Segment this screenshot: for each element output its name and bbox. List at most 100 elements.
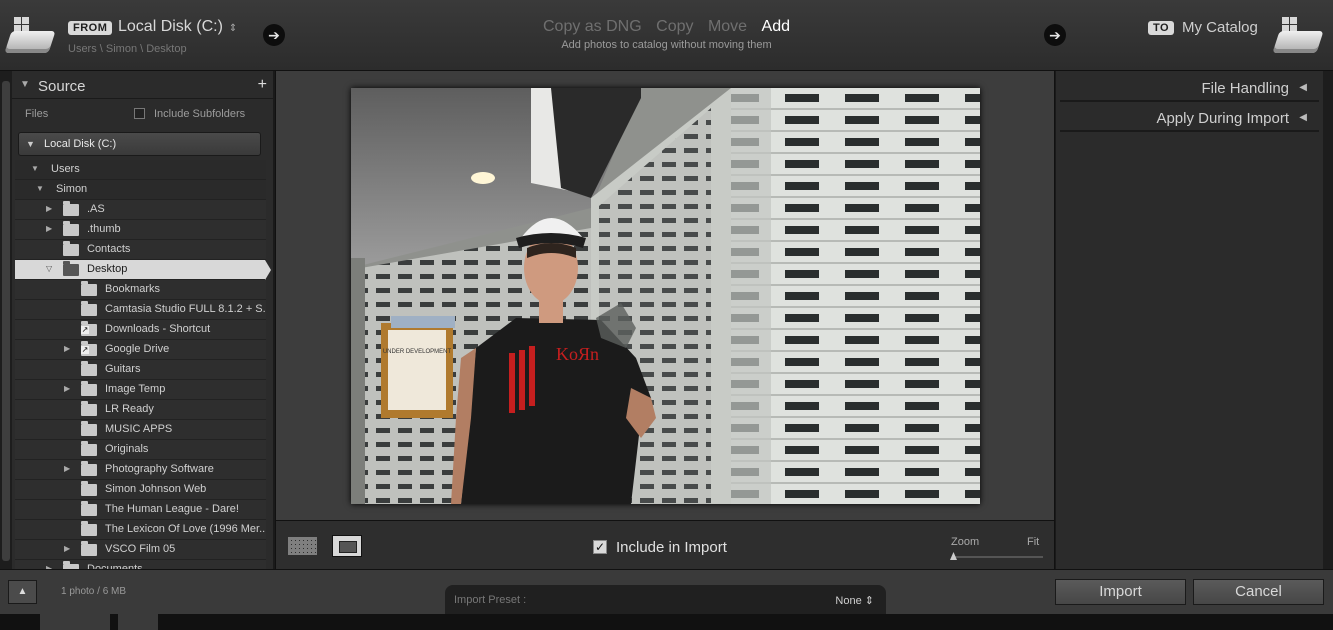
photo-preview[interactable]: UNDER DEVELOPMENT KoЯn	[351, 88, 980, 504]
folder-row[interactable]: Downloads - Shortcut	[15, 320, 266, 340]
folder-icon	[63, 221, 79, 236]
preview-area: UNDER DEVELOPMENT KoЯn	[275, 71, 1055, 520]
folder-label: Desktop	[87, 263, 128, 275]
source-panel: ▼ Source + Files Include Subfolders ▼ Lo…	[0, 71, 273, 569]
filmstrip-peek	[0, 614, 1333, 630]
folder-label: Simon	[56, 183, 88, 195]
include-subfolders-label: Include Subfolders	[154, 108, 246, 120]
import-preset-label: Import Preset :	[454, 594, 527, 606]
expand-icon[interactable]: ▶	[64, 344, 70, 353]
folder-icon	[81, 521, 97, 536]
expand-icon[interactable]: ▶	[46, 224, 52, 233]
expand-icon[interactable]: ▶	[64, 464, 70, 473]
folder-label: LR Ready	[105, 403, 154, 415]
folder-icon	[81, 441, 97, 456]
folder-row[interactable]: LR Ready	[15, 400, 266, 420]
folder-label: MUSIC APPS	[105, 423, 173, 435]
folder-icon	[81, 381, 97, 396]
include-subfolders-checkbox[interactable]	[134, 108, 145, 119]
filmstrip-thumb	[118, 614, 158, 630]
folder-row[interactable]: ▶ VSCO Film 05	[15, 540, 266, 560]
folder-label: Bookmarks	[105, 283, 161, 295]
destination-disk-icon[interactable]	[1272, 17, 1324, 55]
folder-row[interactable]: ▶ Documents	[15, 560, 266, 569]
folder-row[interactable]: The Human League - Dare!	[15, 500, 266, 520]
folder-label: Google Drive	[105, 343, 170, 355]
folder-icon	[81, 301, 97, 316]
collapse-icon[interactable]: ▼	[31, 164, 39, 173]
collapse-icon: ▼	[20, 79, 30, 90]
folder-icon	[81, 481, 97, 496]
expand-icon[interactable]: ▶	[64, 384, 70, 393]
fit-label: Fit	[1027, 536, 1040, 548]
folder-row[interactable]: ▼ Simon	[15, 180, 266, 200]
folder-label: .AS	[87, 203, 105, 215]
folder-row[interactable]: ▶ Image Temp	[15, 380, 266, 400]
add-source-icon[interactable]: +	[258, 76, 267, 94]
include-in-import-checkbox[interactable]: ✓	[593, 540, 607, 554]
folder-row[interactable]: ▶ .AS	[15, 200, 266, 220]
collapse-icon[interactable]: ▽	[46, 264, 52, 273]
import-preset: Import Preset : None ⇕	[445, 585, 886, 615]
volume-local-disk[interactable]: ▼ Local Disk (C:)	[18, 132, 261, 156]
folder-row[interactable]: Guitars	[15, 360, 266, 380]
folder-row[interactable]: Simon Johnson Web	[15, 480, 266, 500]
collapse-icon[interactable]: ▼	[36, 184, 44, 193]
folder-row[interactable]: ▽ Desktop	[15, 260, 271, 280]
folder-label: VSCO Film 05	[105, 543, 176, 555]
zoom-label: Zoom	[951, 536, 980, 548]
folder-icon	[81, 401, 97, 416]
apply-during-import-section[interactable]: Apply During Import ◀	[1060, 104, 1319, 132]
folder-label: .thumb	[87, 223, 121, 235]
destination-arrow-icon[interactable]: ➔	[1044, 24, 1066, 46]
zoom-slider[interactable]	[953, 556, 1043, 558]
import-button[interactable]: Import	[1055, 579, 1186, 605]
mode-add[interactable]: Add	[762, 18, 790, 35]
mode-copy[interactable]: Copy	[656, 18, 693, 35]
grid-view-icon[interactable]	[288, 537, 317, 555]
file-handling-section[interactable]: File Handling ◀	[1060, 74, 1319, 102]
photo-image: UNDER DEVELOPMENT KoЯn	[351, 88, 980, 504]
source-scrollbar[interactable]	[0, 71, 12, 569]
folder-row[interactable]: Bookmarks	[15, 280, 266, 300]
apply-during-import-label: Apply During Import	[1156, 110, 1289, 127]
folder-label: The Human League - Dare!	[105, 503, 239, 515]
folder-row[interactable]: Contacts	[15, 240, 266, 260]
folder-row[interactable]: ▶ Google Drive	[15, 340, 266, 360]
folder-row[interactable]: MUSIC APPS	[15, 420, 266, 440]
poster-text: UNDER DEVELOPMENT	[383, 349, 452, 355]
source-panel-header[interactable]: ▼ Source +	[12, 71, 273, 99]
bottom-bar: ▲ 1 photo / 6 MB Import Preset : None ⇕ …	[0, 569, 1333, 615]
photo-count: 1 photo / 6 MB	[61, 586, 127, 597]
import-preset-select[interactable]: None ⇕	[835, 594, 874, 607]
mode-description: Add photos to catalog without moving the…	[561, 39, 772, 51]
folder-row[interactable]: Camtasia Studio FULL 8.1.2 + S...	[15, 300, 266, 320]
folder-row[interactable]: The Lexicon Of Love (1996 Mer...	[15, 520, 266, 540]
expand-left-icon: ◀	[1299, 82, 1307, 93]
loupe-view-button[interactable]	[332, 535, 362, 557]
cancel-button[interactable]: Cancel	[1193, 579, 1324, 605]
folder-row[interactable]: Originals	[15, 440, 266, 460]
right-panel: File Handling ◀ Apply During Import ◀	[1056, 71, 1323, 569]
to-label: TO	[1148, 21, 1175, 35]
shortcut-folder-icon	[81, 321, 97, 336]
expand-left-icon: ◀	[1299, 112, 1307, 123]
folder-row[interactable]: ▶ Photography Software	[15, 460, 266, 480]
right-scrollbar[interactable]	[1323, 71, 1333, 569]
mode-copy-as-dng[interactable]: Copy as DNG	[543, 18, 642, 35]
shortcut-folder-icon	[81, 341, 97, 356]
folder-row[interactable]: ▼ Users	[15, 160, 266, 180]
include-in-import-label: Include in Import	[616, 539, 727, 556]
folder-label: Downloads - Shortcut	[105, 323, 211, 335]
shirt-text: KoЯn	[556, 344, 599, 364]
mode-move[interactable]: Move	[708, 18, 747, 35]
folder-label: Users	[51, 163, 80, 175]
expand-icon[interactable]: ▶	[46, 204, 52, 213]
files-row: Files Include Subfolders	[12, 99, 266, 127]
folder-row[interactable]: ▶ .thumb	[15, 220, 266, 240]
collapse-panel-button[interactable]: ▲	[8, 580, 37, 604]
expand-icon[interactable]: ▶	[64, 544, 70, 553]
folder-label: Originals	[105, 443, 149, 455]
folder-icon	[81, 281, 97, 296]
destination-name[interactable]: My Catalog	[1182, 19, 1258, 36]
